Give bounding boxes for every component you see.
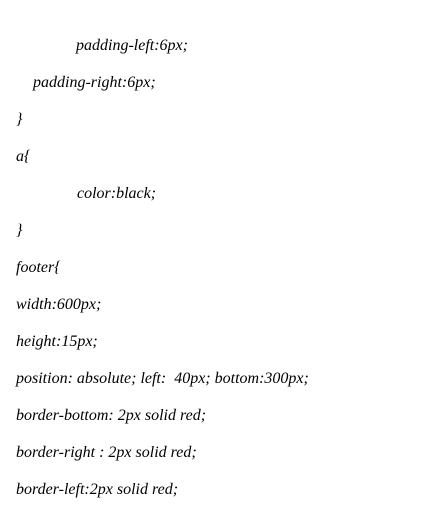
code-line: height:15px; xyxy=(16,333,98,350)
code-line: } xyxy=(16,222,23,239)
code-line: border-bottom: 2px solid red; xyxy=(16,407,207,424)
code-line: padding-right:6px; xyxy=(33,74,156,91)
code-line: } xyxy=(16,111,23,128)
code-line: width:600px; xyxy=(16,296,102,313)
code-line: border-right : 2px solid red; xyxy=(16,444,197,461)
code-line: color:black; xyxy=(77,185,157,202)
code-line: a{ xyxy=(16,148,31,165)
code-line: position: absolute; left: 40px; bottom:3… xyxy=(16,370,309,387)
code-line: footer{ xyxy=(16,259,61,276)
css-code-document: padding-left:6px; padding-right:6px; } a… xyxy=(0,0,446,507)
code-line: border-left:2px solid red; xyxy=(16,481,179,498)
code-line: padding-left:6px; xyxy=(76,37,188,54)
